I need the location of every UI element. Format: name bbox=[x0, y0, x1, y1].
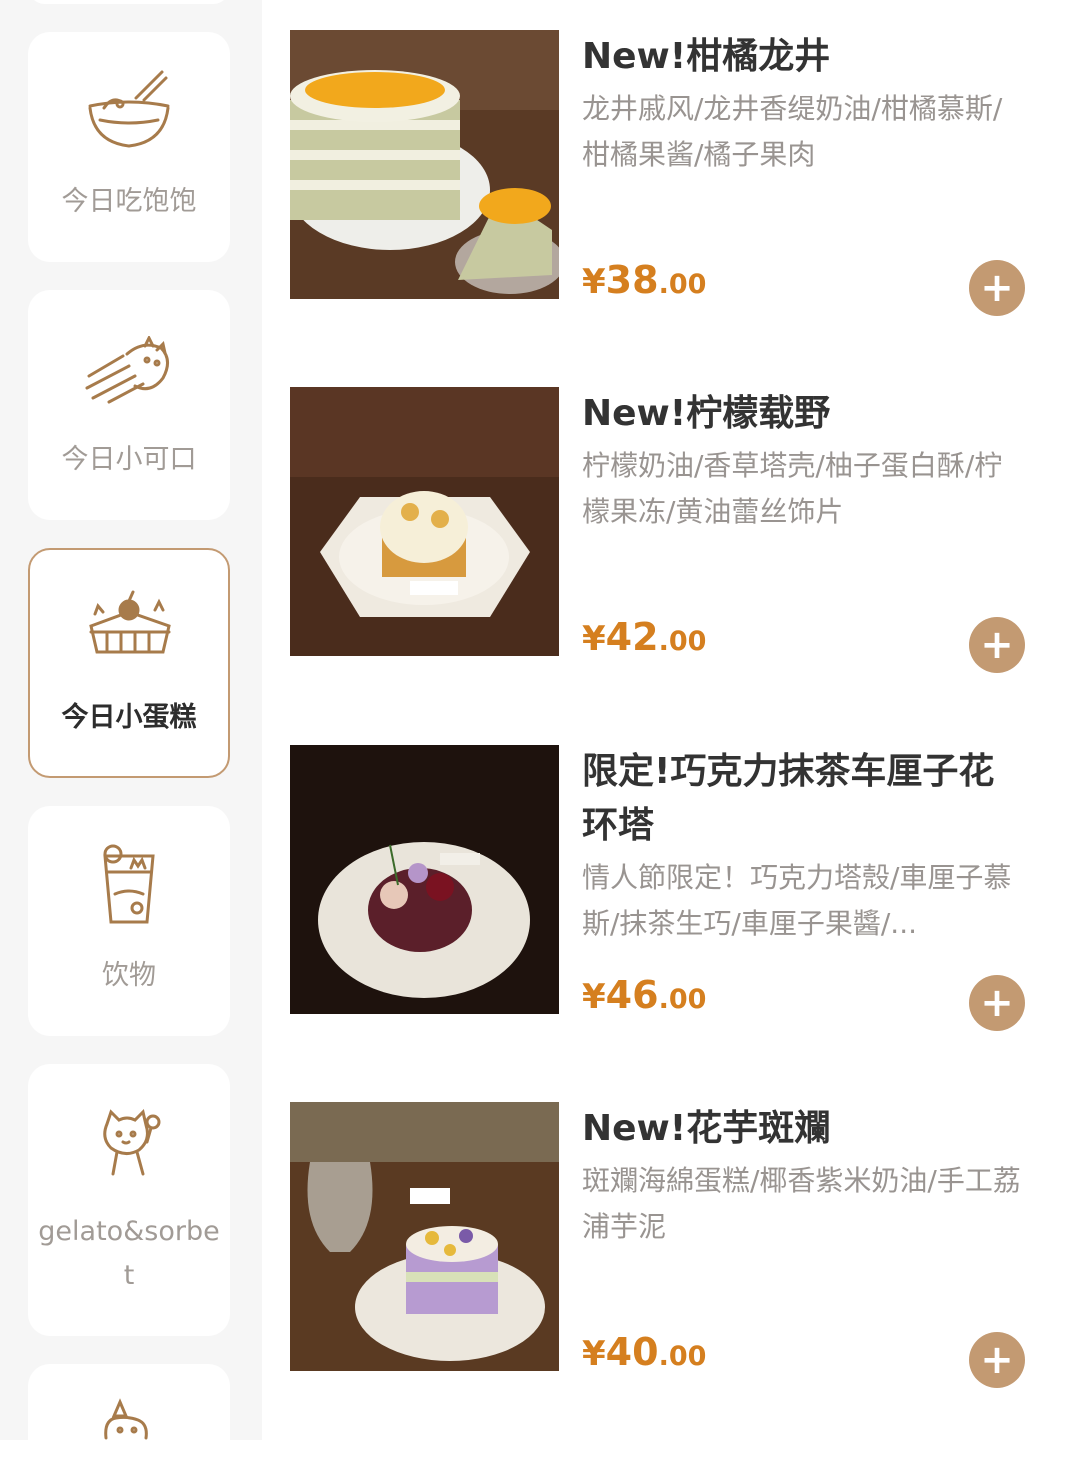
product-description: 柠檬奶油/香草塔壳/柚子蛋白酥/柠檬果冻/黄油蕾丝饰片 bbox=[582, 449, 1003, 528]
category-card-partial[interactable] bbox=[28, 0, 230, 4]
product-name: New!花芋斑斕 bbox=[582, 1108, 831, 1149]
price-integer: 46 bbox=[605, 973, 659, 1017]
noodle-bowl-cat-icon bbox=[84, 68, 174, 156]
category-label: 今日吃饱饱 bbox=[61, 186, 197, 217]
product-item[interactable]: New!花芋斑斕 斑斕海綿蛋糕/椰香紫米奶油/手工荔浦芋泥 ¥40.00 + bbox=[290, 1102, 1050, 1388]
price-integer: 38 bbox=[605, 258, 659, 302]
product-price: ¥38.00 bbox=[582, 258, 706, 302]
add-to-cart-button[interactable]: + bbox=[969, 1332, 1025, 1388]
product-price: ¥42.00 bbox=[582, 615, 706, 659]
add-to-cart-button[interactable]: + bbox=[969, 617, 1025, 673]
category-label: 今日小蛋糕 bbox=[61, 702, 197, 733]
product-description: 龙井戚风/龙井香缇奶油/柑橘慕斯/柑橘果酱/橘子果肉 bbox=[582, 92, 1003, 171]
category-card-cakes[interactable]: 今日小蛋糕 bbox=[28, 548, 230, 778]
plus-icon: + bbox=[980, 622, 1014, 668]
product-item[interactable]: New!柑橘龙井 龙井戚风/龙井香缇奶油/柑橘慕斯/柑橘果酱/橘子果肉 ¥38.… bbox=[290, 30, 1050, 316]
plus-icon: + bbox=[980, 1337, 1014, 1383]
product-info: New!柑橘龙井 龙井戚风/龙井香缇奶油/柑橘慕斯/柑橘果酱/橘子果肉 bbox=[582, 30, 1022, 178]
price-decimal: .00 bbox=[658, 626, 707, 657]
product-item[interactable]: New!柠檬载野 柠檬奶油/香草塔壳/柚子蛋白酥/柠檬果冻/黄油蕾丝饰片 ¥42… bbox=[290, 387, 1050, 673]
price-integer: 42 bbox=[605, 615, 659, 659]
currency-symbol: ¥ bbox=[582, 262, 606, 302]
product-info: 限定!巧克力抹茶车厘子花环塔 情人節限定！巧克力塔殼/車厘子慕斯/抹茶生巧/車厘… bbox=[582, 745, 1022, 947]
category-card-gelato[interactable]: gelato&sorbet bbox=[28, 1064, 230, 1336]
price-decimal: .00 bbox=[658, 984, 707, 1015]
add-to-cart-button[interactable]: + bbox=[969, 260, 1025, 316]
product-info: New!花芋斑斕 斑斕海綿蛋糕/椰香紫米奶油/手工荔浦芋泥 bbox=[582, 1102, 1022, 1250]
product-image[interactable] bbox=[290, 30, 559, 299]
product-image[interactable] bbox=[290, 1102, 559, 1371]
product-name: New!柑橘龙井 bbox=[582, 36, 831, 77]
category-card-snacks[interactable]: 今日小可口 bbox=[28, 290, 230, 520]
add-to-cart-button[interactable]: + bbox=[969, 975, 1025, 1031]
fries-cat-icon bbox=[83, 334, 175, 410]
icecream-cat-icon bbox=[97, 1106, 161, 1184]
product-price: ¥46.00 bbox=[582, 973, 706, 1017]
product-info: New!柠檬载野 柠檬奶油/香草塔壳/柚子蛋白酥/柠檬果冻/黄油蕾丝饰片 bbox=[582, 387, 1022, 535]
party-cat-icon bbox=[98, 1398, 160, 1446]
category-card-more[interactable] bbox=[28, 1364, 230, 1484]
currency-symbol: ¥ bbox=[582, 619, 606, 659]
product-name: New!柠檬载野 bbox=[582, 393, 831, 434]
product-price: ¥40.00 bbox=[582, 1330, 706, 1374]
plus-icon: + bbox=[980, 265, 1014, 311]
price-integer: 40 bbox=[605, 1330, 659, 1374]
category-label: gelato&sorbet bbox=[38, 1216, 220, 1291]
category-card-drinks[interactable]: 饮物 bbox=[28, 806, 230, 1036]
cake-cat-icon bbox=[83, 588, 175, 664]
product-description: 斑斕海綿蛋糕/椰香紫米奶油/手工荔浦芋泥 bbox=[582, 1164, 1021, 1243]
plus-icon: + bbox=[980, 980, 1014, 1026]
price-decimal: .00 bbox=[658, 1341, 707, 1372]
category-card-meals[interactable]: 今日吃饱饱 bbox=[28, 32, 230, 262]
product-description: 情人節限定！巧克力塔殼/車厘子慕斯/抹茶生巧/車厘子果醬/... bbox=[582, 861, 1012, 940]
product-name: 限定!巧克力抹茶车厘子花环塔 bbox=[582, 751, 995, 846]
category-sidebar: 今日吃饱饱 今日小可口 今日小蛋糕 饮物 gelato&sorbet bbox=[0, 0, 262, 1484]
product-image[interactable] bbox=[290, 387, 559, 656]
category-label: 饮物 bbox=[102, 960, 156, 991]
drink-cup-cat-icon bbox=[97, 842, 161, 932]
product-image[interactable] bbox=[290, 745, 559, 1014]
currency-symbol: ¥ bbox=[582, 1334, 606, 1374]
price-decimal: .00 bbox=[658, 269, 707, 300]
currency-symbol: ¥ bbox=[582, 977, 606, 1017]
category-label: 今日小可口 bbox=[61, 444, 197, 475]
product-item[interactable]: 限定!巧克力抹茶车厘子花环塔 情人節限定！巧克力塔殼/車厘子慕斯/抹茶生巧/車厘… bbox=[290, 745, 1050, 1031]
